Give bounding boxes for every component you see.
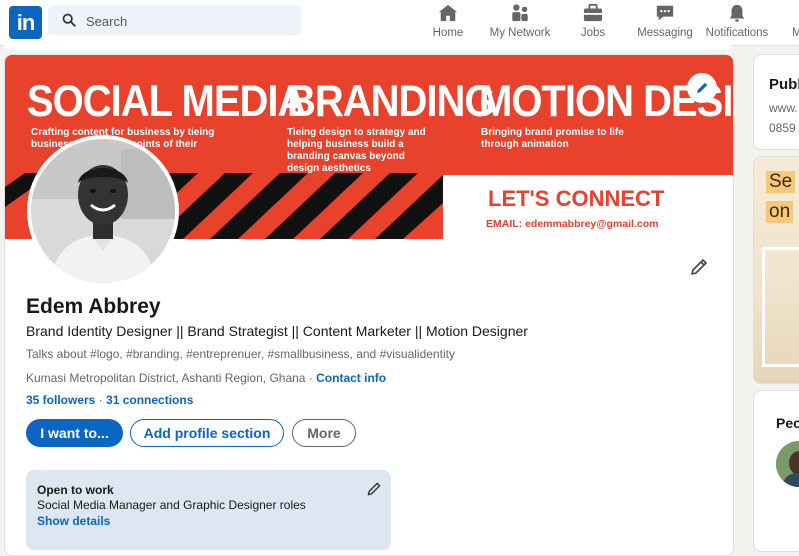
- i-want-to-button[interactable]: I want to...: [26, 419, 123, 447]
- sidebar-ad[interactable]: Se on: [753, 156, 799, 384]
- contact-info-link[interactable]: Contact info: [316, 371, 386, 385]
- open-to-work-title: Open to work: [37, 483, 114, 497]
- messaging-icon: [637, 3, 693, 25]
- avatar[interactable]: [776, 441, 799, 487]
- nav-notifications-label: Notifications: [705, 27, 769, 39]
- banner-sub-motion-design: Bringing brand promise to life through a…: [481, 127, 624, 150]
- profile-headline: Brand Identity Designer || Brand Strateg…: [26, 323, 528, 339]
- banner-sub-branding: Tieing design to strategy and helping bu…: [287, 127, 426, 174]
- people-card-title: Peo: [776, 415, 799, 431]
- open-to-work-card: Open to work Social Media Manager and Gr…: [26, 470, 391, 550]
- profile-name: Edem Abbrey: [26, 295, 161, 318]
- banner-email: EMAIL: edemmabbrey@gmail.com: [486, 218, 659, 230]
- show-details-link[interactable]: Show details: [37, 514, 110, 528]
- search-input[interactable]: [84, 10, 288, 32]
- profile-card: SOCIAL MEDIA BRANDING MOTION DESIGN Craf…: [4, 54, 734, 556]
- pencil-icon: [367, 482, 381, 496]
- nav-me[interactable]: M: [792, 3, 799, 43]
- network-icon: [488, 3, 552, 25]
- profile-talks-about: Talks about #logo, #branding, #entrepren…: [26, 347, 455, 361]
- briefcase-icon: [578, 3, 608, 25]
- public-profile-url-line2: 0859: [769, 121, 796, 135]
- banner-heading-branding: BRANDING: [287, 77, 496, 127]
- previous-card-edge: [4, 44, 732, 50]
- public-profile-card: Publ www. 0859: [753, 54, 799, 150]
- banner-heading-social-media: SOCIAL MEDIA: [27, 77, 306, 127]
- public-profile-url[interactable]: www.: [769, 101, 798, 115]
- nav-messaging-label: Messaging: [637, 27, 693, 39]
- edit-banner-button[interactable]: [687, 73, 717, 103]
- ad-headline-line2: on: [766, 201, 794, 223]
- followers-link[interactable]: 35 followers: [26, 393, 95, 407]
- banner-lets-connect: LET'S CONNECT: [488, 186, 665, 211]
- nav-messaging[interactable]: Messaging: [637, 3, 693, 43]
- nav-me-label: M: [792, 27, 799, 39]
- location-separator: ·: [305, 371, 317, 385]
- open-to-work-roles: Social Media Manager and Graphic Designe…: [37, 498, 306, 512]
- profile-location: Kumasi Metropolitan District, Ashanti Re…: [26, 371, 306, 385]
- person-photo: [776, 441, 799, 487]
- home-icon: [430, 3, 466, 25]
- profile-location-line: Kumasi Metropolitan District, Ashanti Re…: [26, 371, 386, 385]
- ad-headline-line1: Se: [766, 171, 796, 193]
- top-navigation-bar: in Home My Network Jobs Messaging: [0, 0, 799, 46]
- stats-separator: ·: [95, 393, 107, 407]
- nav-home[interactable]: Home: [430, 3, 466, 43]
- people-also-viewed-card: Peo: [753, 390, 799, 552]
- search-box[interactable]: [48, 5, 301, 35]
- public-profile-title: Publ: [769, 76, 799, 93]
- nav-my-network[interactable]: My Network: [488, 3, 552, 43]
- linkedin-logo[interactable]: in: [9, 6, 42, 39]
- nav-jobs-label: Jobs: [580, 27, 606, 39]
- me-icon: [792, 3, 799, 25]
- nav-jobs[interactable]: Jobs: [578, 3, 608, 43]
- edit-intro-button[interactable]: [689, 257, 709, 282]
- pencil-icon: [691, 259, 707, 275]
- nav-my-network-label: My Network: [489, 27, 551, 39]
- bell-icon: [704, 3, 770, 25]
- profile-photo: [31, 139, 175, 283]
- profile-avatar[interactable]: [27, 135, 179, 287]
- nav-notifications[interactable]: Notifications: [704, 3, 770, 43]
- ad-window-frame: [762, 247, 799, 367]
- search-icon: [62, 13, 76, 27]
- profile-stats: 35 followers · 31 connections: [26, 393, 193, 407]
- pencil-icon: [697, 82, 708, 93]
- nav-home-label: Home: [432, 27, 464, 39]
- edit-open-to-work-button[interactable]: [366, 481, 382, 502]
- add-profile-section-button[interactable]: Add profile section: [130, 419, 284, 447]
- connections-link[interactable]: 31 connections: [106, 393, 193, 407]
- more-button[interactable]: More: [292, 419, 356, 447]
